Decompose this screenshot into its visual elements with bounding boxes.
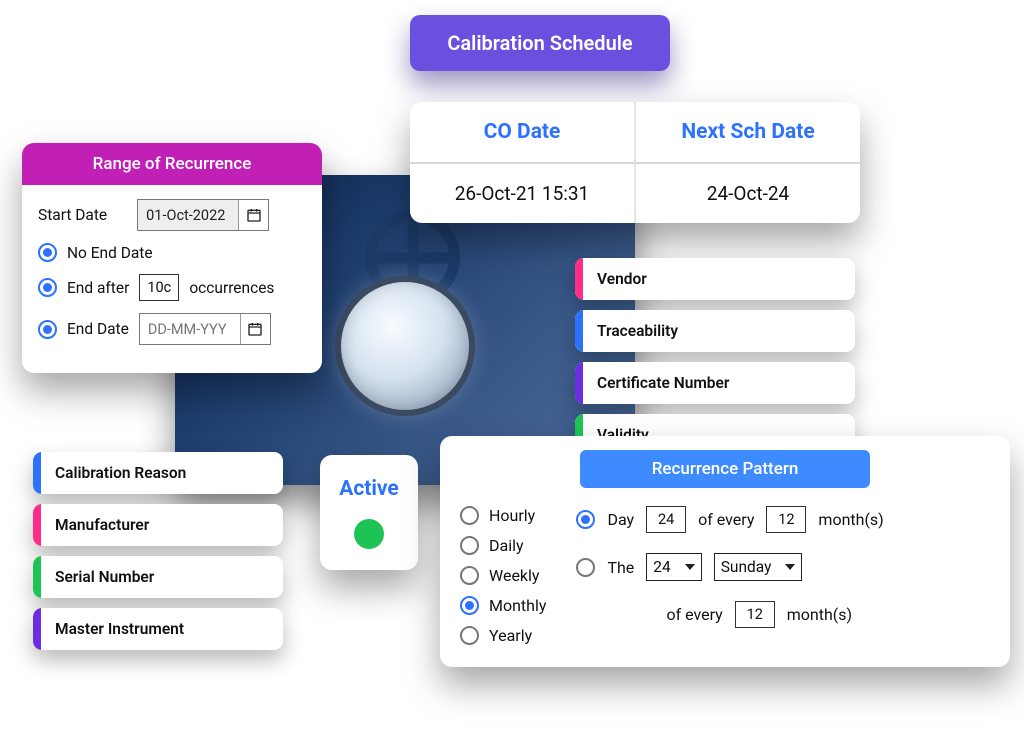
attribute-label: Calibration Reason	[55, 464, 186, 482]
status-label: Active	[339, 477, 399, 501]
attribute-label: Master Instrument	[55, 620, 184, 638]
recurrence-pattern-card: Recurrence Pattern Hourly Daily Weekly Mont…	[440, 436, 1010, 667]
end-after-suffix: occurrences	[189, 279, 274, 297]
attribute-label: Vendor	[597, 270, 647, 288]
attribute-pill[interactable]: Serial Number	[33, 556, 283, 598]
color-bar	[33, 452, 41, 494]
frequency-label: Daily	[489, 536, 524, 555]
of-every-label-2: of every	[666, 605, 722, 624]
day-label: Day	[607, 510, 634, 529]
frequency-radio[interactable]	[460, 566, 479, 585]
end-date-radio[interactable]	[38, 320, 57, 339]
color-bar	[33, 608, 41, 650]
ordinal-select[interactable]: 24	[646, 553, 701, 581]
chevron-down-icon	[785, 564, 795, 570]
attribute-label: Serial Number	[55, 568, 154, 586]
attributes-right: VendorTraceabilityCertificate NumberVali…	[575, 258, 855, 456]
attribute-pill[interactable]: Certificate Number	[575, 362, 855, 404]
start-date-label: Start Date	[38, 206, 107, 224]
frequency-radio[interactable]	[460, 536, 479, 555]
weekday-select[interactable]: Sunday	[714, 553, 803, 581]
end-date-input[interactable]	[140, 316, 240, 343]
color-bar	[575, 362, 583, 404]
end-date-label: End Date	[67, 320, 129, 338]
months-value-input[interactable]: 12	[766, 506, 806, 533]
weekday-value: Sunday	[721, 558, 772, 576]
attribute-pill[interactable]: Calibration Reason	[33, 452, 283, 494]
end-date-field[interactable]	[139, 313, 271, 345]
range-of-recurrence-card: Range of Recurrence Start Date No End Da…	[22, 143, 322, 373]
calendar-icon	[247, 321, 263, 337]
start-date-input[interactable]	[138, 202, 238, 229]
start-date-calendar-button[interactable]	[238, 200, 268, 230]
color-bar	[575, 310, 583, 352]
end-date-calendar-button[interactable]	[240, 314, 270, 344]
frequency-option[interactable]: Weekly	[460, 566, 546, 585]
frequency-option[interactable]: Yearly	[460, 626, 546, 645]
attributes-left: Calibration Reason Manufacturer Serial Num…	[33, 452, 283, 650]
ordinal-value: 24	[653, 558, 670, 576]
frequency-option[interactable]: Hourly	[460, 506, 546, 525]
attribute-label: Manufacturer	[55, 516, 149, 534]
color-bar	[33, 556, 41, 598]
co-date-value: 26-Oct-21 15:31	[410, 164, 636, 223]
color-bar	[33, 504, 41, 546]
months-suffix-2: month(s)	[787, 605, 852, 624]
the-label: The	[607, 558, 634, 577]
frequency-radio[interactable]	[460, 626, 479, 645]
calendar-icon	[246, 207, 262, 223]
chevron-down-icon	[685, 564, 695, 570]
status-card: Active	[320, 455, 418, 570]
frequency-option[interactable]: Daily	[460, 536, 546, 555]
end-after-input[interactable]: 10c	[139, 274, 179, 301]
attribute-pill[interactable]: Manufacturer	[33, 504, 283, 546]
attribute-pill[interactable]: Vendor	[575, 258, 855, 300]
end-after-label: End after	[67, 279, 129, 297]
frequency-label: Monthly	[489, 596, 546, 615]
range-banner: Range of Recurrence	[22, 143, 322, 185]
frequency-label: Yearly	[489, 626, 532, 645]
start-date-field[interactable]	[137, 199, 269, 231]
schedule-dates-card: CO Date Next Sch Date 26-Oct-21 15:31 24…	[410, 102, 860, 223]
frequency-radio[interactable]	[460, 596, 479, 615]
status-indicator-dot	[354, 519, 384, 549]
co-date-header: CO Date	[410, 102, 636, 164]
page-title-text: Calibration Schedule	[447, 31, 632, 55]
next-sch-date-header: Next Sch Date	[636, 102, 860, 164]
color-bar	[575, 258, 583, 300]
attribute-pill[interactable]: Traceability	[575, 310, 855, 352]
attribute-pill[interactable]: Master Instrument	[33, 608, 283, 650]
next-sch-date-value: 24-Oct-24	[636, 164, 860, 223]
attribute-label: Traceability	[597, 322, 678, 340]
frequency-option[interactable]: Monthly	[460, 596, 546, 615]
day-option-radio[interactable]	[576, 510, 595, 529]
the-option-radio[interactable]	[576, 558, 595, 577]
recurrence-banner: Recurrence Pattern	[580, 450, 870, 488]
no-end-date-radio[interactable]	[38, 243, 57, 262]
attribute-label: Certificate Number	[597, 374, 729, 392]
end-after-radio[interactable]	[38, 278, 57, 297]
of-every-label-1: of every	[698, 510, 754, 529]
no-end-date-label: No End Date	[67, 244, 153, 262]
frequency-radio[interactable]	[460, 506, 479, 525]
frequency-label: Hourly	[489, 506, 535, 525]
day-value-input[interactable]: 24	[646, 506, 686, 533]
months2-value-input[interactable]: 12	[735, 601, 775, 628]
frequency-options: Hourly Daily Weekly Monthly Yearly	[460, 502, 546, 645]
months-suffix-1: month(s)	[818, 510, 883, 529]
page-title: Calibration Schedule	[410, 15, 670, 71]
gauge-graphic	[335, 276, 475, 416]
frequency-label: Weekly	[489, 566, 540, 585]
